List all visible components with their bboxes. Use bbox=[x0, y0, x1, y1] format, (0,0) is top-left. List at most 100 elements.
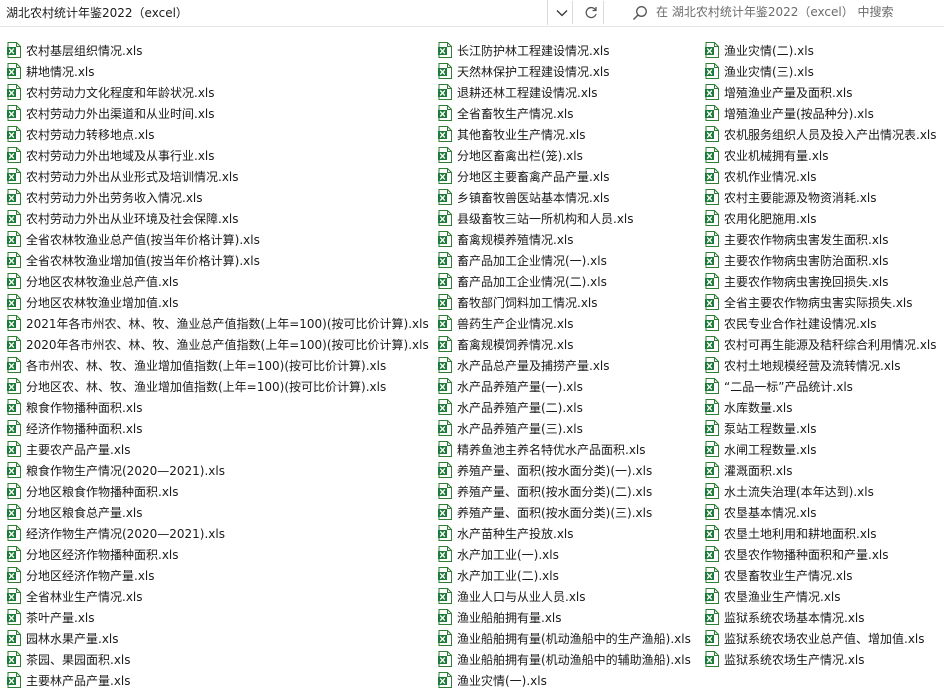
file-item[interactable]: 乡镇畜牧兽医站基本情况.xls bbox=[438, 187, 610, 207]
file-item[interactable]: 各市州农、林、牧、渔业增加值指数(上年=100)(按可比价计算).xls bbox=[7, 355, 386, 375]
file-name: 渔业船舶拥有量(机动渔船中的辅助渔船).xls bbox=[457, 652, 691, 667]
file-item[interactable]: 全省农林牧渔业总产值(按当年价格计算).xls bbox=[7, 229, 260, 249]
file-item[interactable]: 茶园、果园面积.xls bbox=[7, 649, 131, 669]
file-item[interactable]: 粮食作物播种面积.xls bbox=[7, 397, 143, 417]
file-item[interactable]: 农民专业合作社建设情况.xls bbox=[705, 313, 877, 333]
file-item[interactable]: 全省农林牧渔业增加值(按当年价格计算).xls bbox=[7, 250, 260, 270]
file-item[interactable]: 渔业船舶拥有量.xls bbox=[438, 607, 562, 627]
file-item[interactable]: 增殖渔业产量及面积.xls bbox=[705, 82, 853, 102]
file-item[interactable]: 县级畜牧三站一所机构和人员.xls bbox=[438, 208, 634, 228]
file-item[interactable]: 渔业人口与从业人员.xls bbox=[438, 586, 586, 606]
file-item[interactable]: 畜牧部门饲料加工情况.xls bbox=[438, 292, 598, 312]
file-item[interactable]: 水土流失治理(本年达到).xls bbox=[705, 481, 874, 501]
file-item[interactable]: 分地区经济作物播种面积.xls bbox=[7, 544, 179, 564]
file-item[interactable]: 农垦农作物播种面积和产量.xls bbox=[705, 544, 889, 564]
file-item[interactable]: 经济作物生产情况(2020—2021).xls bbox=[7, 523, 225, 543]
file-name: 全省主要农作物病虫害实际损失.xls bbox=[724, 295, 913, 310]
file-item[interactable]: 兽药生产企业情况.xls bbox=[438, 313, 574, 333]
file-name: 分地区主要畜禽产品产量.xls bbox=[457, 169, 610, 184]
file-item[interactable]: 畜产品加工企业情况(二).xls bbox=[438, 271, 607, 291]
file-item[interactable]: 水产品养殖产量(三).xls bbox=[438, 418, 583, 438]
file-item[interactable]: 水库数量.xls bbox=[705, 397, 793, 417]
file-item[interactable]: 主要农作物病虫害防治面积.xls bbox=[705, 250, 889, 270]
file-item[interactable]: 农村劳动力文化程度和年龄状况.xls bbox=[7, 82, 215, 102]
file-item[interactable]: 农村主要能源及物资消耗.xls bbox=[705, 187, 877, 207]
file-item[interactable]: 水产加工业(一).xls bbox=[438, 544, 559, 564]
file-item[interactable]: 分地区畜禽出栏(笼).xls bbox=[438, 145, 583, 165]
file-item[interactable]: 全省主要农作物病虫害实际损失.xls bbox=[705, 292, 913, 312]
file-item[interactable]: 园林水果产量.xls bbox=[7, 628, 119, 648]
file-item[interactable]: 全省林业生产情况.xls bbox=[7, 586, 143, 606]
file-item[interactable]: 农用化肥施用.xls bbox=[705, 208, 817, 228]
file-item[interactable]: 耕地情况.xls bbox=[7, 61, 95, 81]
file-item[interactable]: 主要农作物病虫害发生面积.xls bbox=[705, 229, 889, 249]
file-item[interactable]: 农垦土地利用和耕地面积.xls bbox=[705, 523, 877, 543]
address-history-dropdown[interactable] bbox=[551, 1, 573, 24]
file-item[interactable]: 水产苗种生产投放.xls bbox=[438, 523, 574, 543]
file-item[interactable]: 农村劳动力外出劳务收入情况.xls bbox=[7, 187, 203, 207]
file-item[interactable]: 分地区农、林、牧、渔业增加值指数(上年=100)(按可比价计算).xls bbox=[7, 376, 386, 396]
file-item[interactable]: 分地区主要畜禽产品产量.xls bbox=[438, 166, 610, 186]
file-item[interactable]: 农垦基本情况.xls bbox=[705, 502, 817, 522]
file-item[interactable]: 退耕还林工程建设情况.xls bbox=[438, 82, 598, 102]
file-item[interactable]: 监狱系统农场基本情况.xls bbox=[705, 607, 865, 627]
file-item[interactable]: 天然林保护工程建设情况.xls bbox=[438, 61, 610, 81]
file-item[interactable]: 增殖渔业产量(按品种分).xls bbox=[705, 103, 874, 123]
file-item[interactable]: 灌溉面积.xls bbox=[705, 460, 793, 480]
file-item[interactable]: 监狱系统农场农业总产值、增加值.xls bbox=[705, 628, 925, 648]
file-item[interactable]: 农村劳动力外出从业环境及社会保障.xls bbox=[7, 208, 239, 228]
file-item[interactable]: 茶叶产量.xls bbox=[7, 607, 95, 627]
file-item[interactable]: 畜禽规模饲养情况.xls bbox=[438, 334, 574, 354]
file-item[interactable]: 水产品总产量及捕捞产量.xls bbox=[438, 355, 610, 375]
file-item[interactable]: 分地区农林牧渔业增加值.xls bbox=[7, 292, 179, 312]
file-item[interactable]: 主要农作物病虫害挽回损失.xls bbox=[705, 271, 889, 291]
file-item[interactable]: 泵站工程数量.xls bbox=[705, 418, 817, 438]
file-item[interactable]: 分地区粮食作物播种面积.xls bbox=[7, 481, 179, 501]
file-item[interactable]: 水闸工程数量.xls bbox=[705, 439, 817, 459]
file-item[interactable]: 农村基层组织情况.xls bbox=[7, 40, 143, 60]
file-item[interactable]: 农村劳动力转移地点.xls bbox=[7, 124, 155, 144]
file-item[interactable]: 农机作业情况.xls bbox=[705, 166, 817, 186]
file-item[interactable]: 养殖产量、面积(按水面分类)(二).xls bbox=[438, 481, 652, 501]
file-item[interactable]: 全省畜牧生产情况.xls bbox=[438, 103, 574, 123]
address-bar[interactable]: 湖北农村统计年鉴2022（excel） bbox=[0, 0, 548, 25]
file-item[interactable]: 分地区粮食总产量.xls bbox=[7, 502, 143, 522]
file-item[interactable]: 渔业船舶拥有量(机动渔船中的生产渔船).xls bbox=[438, 628, 691, 648]
file-item[interactable]: 渔业灾情(二).xls bbox=[705, 40, 814, 60]
file-item[interactable]: 农村劳动力外出渠道和从业时间.xls bbox=[7, 103, 215, 123]
search-input[interactable] bbox=[656, 3, 936, 21]
file-item[interactable]: 畜禽规模养殖情况.xls bbox=[438, 229, 574, 249]
file-item[interactable]: 长江防护林工程建设情况.xls bbox=[438, 40, 610, 60]
file-item[interactable]: 精养鱼池主养名特优水产品面积.xls bbox=[438, 439, 646, 459]
file-item[interactable]: 畜产品加工企业情况(一).xls bbox=[438, 250, 607, 270]
file-item[interactable]: 养殖产量、面积(按水面分类)(三).xls bbox=[438, 502, 652, 522]
file-item[interactable]: 经济作物播种面积.xls bbox=[7, 418, 143, 438]
file-item[interactable]: 粮食作物生产情况(2020—2021).xls bbox=[7, 460, 225, 480]
file-item[interactable]: 水产品养殖产量(一).xls bbox=[438, 376, 583, 396]
file-item[interactable]: 农垦畜牧业生产情况.xls bbox=[705, 565, 853, 585]
file-item[interactable]: 2021年各市州农、林、牧、渔业总产值指数(上年=100)(按可比价计算).xl… bbox=[7, 313, 429, 333]
refresh-button[interactable] bbox=[578, 1, 604, 24]
file-item[interactable]: 渔业灾情(一).xls bbox=[438, 670, 547, 690]
file-item[interactable]: 农村土地规模经营及流转情况.xls bbox=[705, 355, 901, 375]
file-item[interactable]: 农垦渔业生产情况.xls bbox=[705, 586, 841, 606]
file-item[interactable]: 农村劳动力外出从业形式及培训情况.xls bbox=[7, 166, 239, 186]
file-item[interactable]: 农机服务组织人员及投入产出情况表.xls bbox=[705, 124, 937, 144]
file-item[interactable]: 主要林产品产量.xls bbox=[7, 670, 131, 690]
file-item[interactable]: 分地区农林牧渔业总产值.xls bbox=[7, 271, 179, 291]
file-item[interactable]: 农业机械拥有量.xls bbox=[705, 145, 829, 165]
file-item[interactable]: 其他畜牧业生产情况.xls bbox=[438, 124, 586, 144]
file-item[interactable]: 水产加工业(二).xls bbox=[438, 565, 559, 585]
file-item[interactable]: 水产品养殖产量(二).xls bbox=[438, 397, 583, 417]
file-item[interactable]: 渔业船舶拥有量(机动渔船中的辅助渔船).xls bbox=[438, 649, 691, 669]
file-item[interactable]: 主要农产品产量.xls bbox=[7, 439, 131, 459]
file-item[interactable]: 农村可再生能源及秸秆综合利用情况.xls bbox=[705, 334, 937, 354]
file-item[interactable]: “二品一标”产品统计.xls bbox=[705, 376, 853, 396]
file-item[interactable]: 监狱系统农场生产情况.xls bbox=[705, 649, 865, 669]
file-item[interactable]: 2020年各市州农、林、牧、渔业总产值指数(上年=100)(按可比价计算).xl… bbox=[7, 334, 429, 354]
file-item[interactable]: 渔业灾情(三).xls bbox=[705, 61, 814, 81]
file-item[interactable]: 养殖产量、面积(按水面分类)(一).xls bbox=[438, 460, 652, 480]
file-item[interactable]: 农村劳动力外出地域及从事行业.xls bbox=[7, 145, 215, 165]
file-name: 增殖渔业产量(按品种分).xls bbox=[724, 106, 874, 121]
file-item[interactable]: 分地区经济作物产量.xls bbox=[7, 565, 155, 585]
